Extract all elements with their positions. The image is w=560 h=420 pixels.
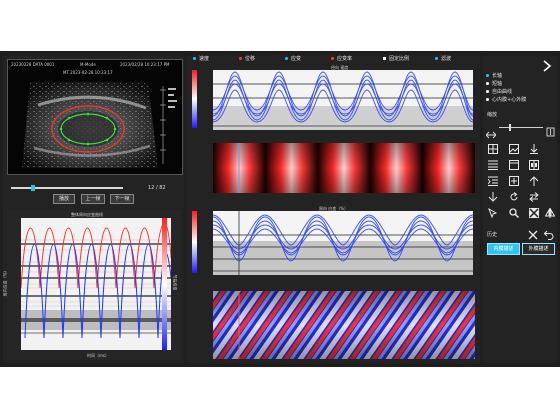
arrow-up-icon[interactable] [529,176,539,186]
next-frame-button[interactable]: 下一帧 [110,194,134,204]
zoom-slider-track [499,127,543,128]
ultrasound-viewer[interactable]: 20230228 DATA 0001 M-Mode 2023/02/28 10:… [7,59,183,175]
endo-epi-dot-icon [486,98,489,101]
option-free-curve[interactable]: 自由曲线 [486,89,512,96]
zoom-slider-icon[interactable] [546,122,555,137]
velocity-dot-icon [193,57,196,60]
displacement-dot-icon [239,57,242,60]
center-panel: 速度 位移 应变 应变率 固定比例 滤波 径向 速度 周向 应变（%） [187,55,480,363]
search-icon[interactable] [509,208,519,218]
strain-chart-xlabel: 时间（ms） [87,353,109,358]
flip-icon[interactable] [545,208,555,218]
history-label: 历史 [487,232,498,238]
image-icon[interactable] [509,144,519,154]
close-x-icon[interactable] [528,230,538,240]
option-endo-epi[interactable]: 心内膜+心外膜 [486,97,526,104]
option-long-axis[interactable]: 长轴 [486,73,502,80]
frame-counter: 12 / 82 [148,185,166,191]
velocity-chart: 径向 速度 [189,65,479,132]
ultrasound-image [22,82,177,168]
application-screen: 20230228 DATA 0001 M-Mode 2023/02/28 10:… [0,51,560,367]
strain-curves-chart: 周向 应变（%） [189,206,479,277]
velocity-colorbar [192,70,197,128]
toggle-displacement[interactable]: 位移 [239,56,255,63]
strain-chart-ylabel: 周向应变（%） [2,268,8,297]
zoom-slider[interactable] [499,124,543,131]
indent-icon[interactable] [488,176,498,186]
strain-chart-title: 整体周向应变曲线 [71,212,103,217]
endocardium-trace-button[interactable]: 内膜描述 [487,243,520,255]
toggle-velocity[interactable]: 速度 [193,56,209,63]
cursor-icon[interactable] [488,208,498,218]
free-curve-dot-icon [486,90,489,93]
strain-colorbar [162,218,167,350]
strain-dot-icon [285,57,288,60]
toggle-filter[interactable]: 滤波 [435,56,451,63]
left-panel: 20230228 DATA 0001 M-Mode 2023/02/28 10:… [2,55,184,363]
strain-curves-plot [213,211,473,275]
long-axis-dot-icon [486,74,489,77]
short-axis-dot-icon [486,82,489,85]
swap-icon[interactable] [529,192,539,202]
strain-chart-plot [21,218,171,350]
sort-down-icon[interactable] [488,192,498,202]
list-icon[interactable] [488,160,498,170]
play-button[interactable]: 播放 [53,194,75,204]
cross-select-icon[interactable] [529,208,539,218]
refresh-icon[interactable] [509,192,519,202]
option-short-axis[interactable]: 短轴 [486,81,502,88]
arrow-down-icon[interactable] [529,144,539,154]
strain-rate-dot-icon [331,57,334,60]
slider-track [11,187,123,189]
collapse-arrow-icon[interactable] [541,57,553,72]
right-panel: 长轴 短轴 自由曲线 心内膜+心外膜 缩放 历史 内膜描述 外膜描述 [483,55,557,363]
grid-icon[interactable] [488,144,498,154]
zoom-slider-thumb[interactable] [509,124,511,131]
strain-chart: 整体周向应变曲线 周向应变（%） 节段应变 时间（ms） [2,210,181,360]
slider-thumb[interactable] [31,185,35,191]
epicardium-trace-button[interactable]: 外膜描述 [522,243,555,255]
velocity-plot [213,70,473,130]
toggle-strain[interactable]: 应变 [285,56,301,63]
toggle-fixed-scale[interactable]: 固定比例 [383,56,409,63]
zoom-arrows-icon [485,124,497,139]
zoom-label: 缩放 [487,112,498,118]
add-window-icon[interactable] [509,176,519,186]
undo-icon[interactable] [544,230,554,240]
strain-heatmap [213,291,475,359]
window-icon[interactable] [509,160,519,170]
toggle-strain-rate[interactable]: 应变率 [331,56,352,63]
prev-frame-button[interactable]: 上一帧 [81,194,105,204]
fixed-scale-dot-icon [383,57,386,60]
filter-dot-icon [435,57,438,60]
velocity-heatmap [213,143,475,193]
strain-chart-right-label: 节段应变 [172,274,178,291]
split-view-icon[interactable] [529,160,539,170]
strain-curves-colorbar [192,211,197,273]
frame-slider[interactable] [11,185,123,191]
